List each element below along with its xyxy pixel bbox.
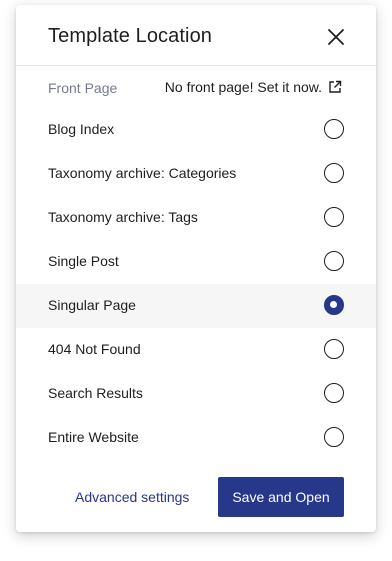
advanced-settings-link[interactable]: Advanced settings — [75, 489, 189, 505]
radio-unchecked[interactable] — [324, 251, 344, 271]
template-options-list: Blog Index Taxonomy archive: Categories Ta… — [16, 108, 376, 460]
close-icon — [326, 27, 346, 47]
dialog-title: Template Location — [48, 25, 213, 47]
template-option-label: Single Post — [48, 253, 119, 269]
template-option-label: Blog Index — [48, 121, 115, 137]
radio-checked[interactable] — [324, 295, 344, 315]
close-button[interactable] — [326, 27, 346, 47]
radio-unchecked[interactable] — [324, 339, 344, 359]
template-option[interactable]: Taxonomy archive: Tags — [16, 196, 376, 240]
template-option[interactable]: 404 Not Found — [16, 328, 376, 372]
template-option-label: Search Results — [48, 385, 143, 401]
template-option-label: Singular Page — [48, 297, 136, 313]
save-and-open-button[interactable]: Save and Open — [218, 477, 344, 517]
front-page-label: Front Page — [48, 80, 118, 96]
radio-unchecked[interactable] — [324, 207, 344, 227]
template-option[interactable]: Blog Index — [16, 108, 376, 152]
template-option[interactable]: Search Results — [16, 372, 376, 416]
radio-unchecked[interactable] — [324, 119, 344, 139]
radio-unchecked[interactable] — [324, 163, 344, 183]
template-option-label: Taxonomy archive: Categories — [48, 165, 237, 181]
template-option-label: Entire Website — [48, 429, 139, 445]
radio-unchecked[interactable] — [324, 383, 344, 403]
template-option[interactable]: Entire Website — [16, 416, 376, 460]
template-option[interactable]: Taxonomy archive: Categories — [16, 152, 376, 196]
template-option-label: Taxonomy archive: Tags — [48, 209, 198, 225]
dialog-footer: Advanced settings Save and Open — [16, 477, 376, 517]
radio-unchecked[interactable] — [324, 427, 344, 447]
external-link-icon — [328, 80, 342, 94]
template-option[interactable]: Singular Page — [16, 284, 376, 328]
dialog-header: Template Location — [16, 5, 376, 66]
set-front-page-link[interactable]: No front page! Set it now. — [165, 79, 342, 95]
set-front-page-link-text: No front page! Set it now. — [164, 79, 322, 95]
front-page-row: Front Page No front page! Set it now. — [16, 66, 376, 108]
template-location-dialog: Template Location Front Page No front pa… — [16, 5, 376, 532]
template-option-label: 404 Not Found — [48, 341, 141, 357]
template-option[interactable]: Single Post — [16, 240, 376, 284]
